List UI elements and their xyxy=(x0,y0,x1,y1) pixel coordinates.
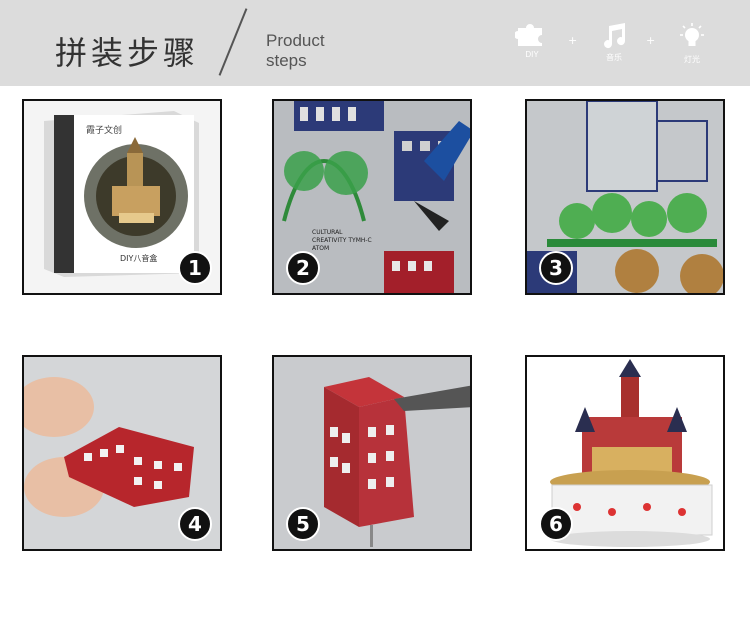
step-2-photo: CULTURAL CREATIVITY TYMH-C ATOM 2 xyxy=(272,99,472,295)
step-6-photo: 6 xyxy=(525,355,725,551)
feature-icons: DIY + 音乐 + 灯光 xyxy=(512,22,722,72)
subtitle-line-1: Product xyxy=(266,31,325,50)
sheet-text-code: TYMH-C xyxy=(348,237,372,244)
light-bulb-icon xyxy=(680,23,704,46)
feature-light-label: 灯光 xyxy=(684,55,700,64)
sheet-text-line-3: ATOM xyxy=(312,245,330,252)
feature-light: 灯光 xyxy=(672,22,712,65)
sheet-text: CULTURAL CREATIVITY TYMH-C ATOM xyxy=(312,229,372,253)
feature-music: 音乐 xyxy=(594,22,634,63)
step-number-badge: 1 xyxy=(178,251,212,285)
title-divider xyxy=(218,8,248,76)
step-3-photo: 3 xyxy=(525,99,725,295)
page-subtitle: Product steps xyxy=(266,31,325,71)
box-product-text: DIY八音盒 xyxy=(120,254,158,263)
sheet-text-creativity: CREATIVITY xyxy=(312,237,347,244)
box-brand-text: 霞子文创 xyxy=(86,126,123,136)
feature-music-label: 音乐 xyxy=(606,53,622,62)
header-banner: 拼装步骤 Product steps DIY + 音乐 + 灯光 xyxy=(0,0,750,86)
plus-separator: + xyxy=(568,34,578,47)
plus-separator: + xyxy=(646,34,656,47)
step-number-badge: 5 xyxy=(286,507,320,541)
step-number-badge: 2 xyxy=(286,251,320,285)
step-number-badge: 4 xyxy=(178,507,212,541)
music-note-icon xyxy=(604,23,626,49)
sheet-text-line-1: CULTURAL xyxy=(312,229,343,236)
puzzle-icon xyxy=(515,24,542,46)
step-5-photo: 5 xyxy=(272,355,472,551)
sheet-text-line-2: CREATIVITY TYMH-C xyxy=(312,237,372,245)
step-1-photo: 霞子文创 DIY八音盒 1 xyxy=(22,99,222,295)
page-title: 拼装步骤 xyxy=(55,34,200,72)
subtitle-line-2: steps xyxy=(266,51,307,70)
step-number-badge: 3 xyxy=(539,251,573,285)
step-4-photo: 4 xyxy=(22,355,222,551)
feature-diy-label: DIY xyxy=(525,50,539,59)
step-number-badge: 6 xyxy=(539,507,573,541)
feature-diy: DIY xyxy=(512,22,552,59)
